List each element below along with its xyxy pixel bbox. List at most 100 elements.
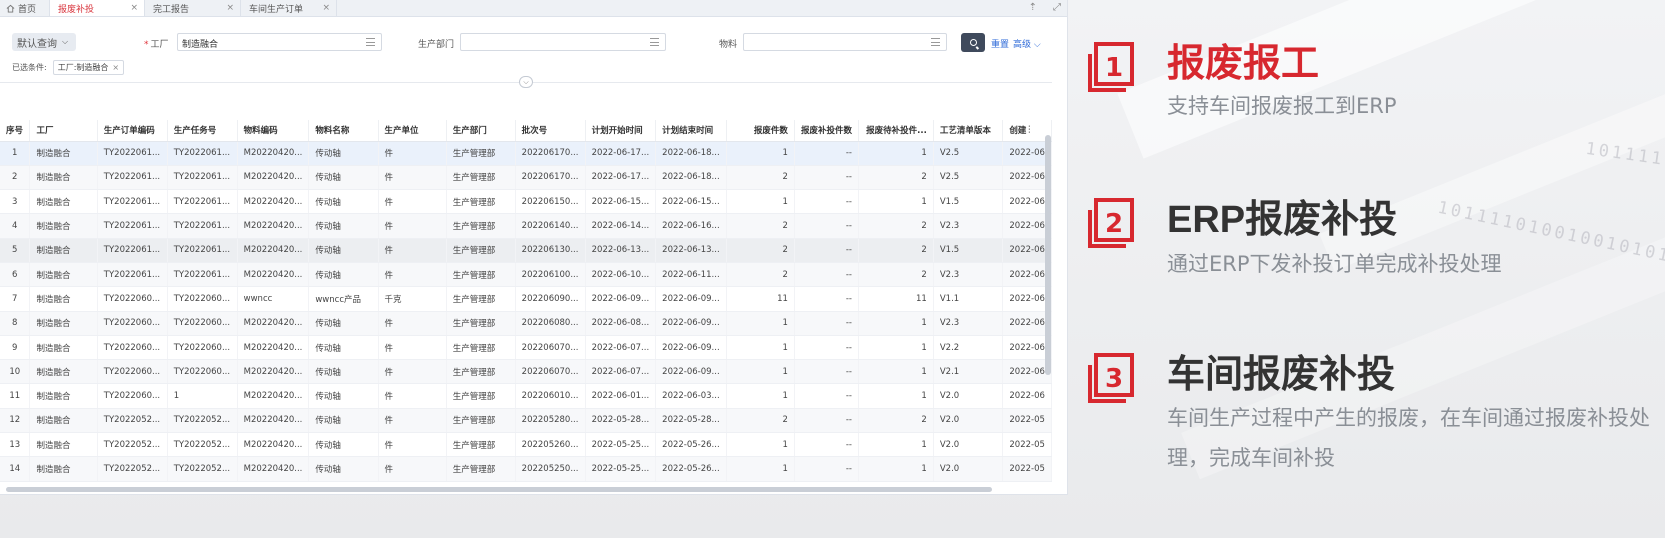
tab-bar: 首页 报废补投 × 完工报告 × 车间生产订单 × ⇡ ⤢ [0, 0, 1067, 17]
tab-home[interactable]: 首页 [0, 0, 50, 16]
remove-chip-icon[interactable]: × [112, 63, 119, 72]
table-cell: 2022-06-10... [585, 262, 657, 288]
table-cell: M20220420... [237, 141, 310, 166]
feature-1-desc: 支持车间报废报工到ERP [1167, 94, 1397, 118]
vertical-scrollbar[interactable] [1045, 135, 1051, 375]
column-header[interactable]: 物料编码 [237, 120, 310, 142]
advanced-link[interactable]: 高级 ⌵ [1013, 37, 1041, 50]
column-header[interactable]: 生产单位 [378, 120, 447, 142]
tab-scrap-reinvest[interactable]: 报废补投 × [50, 0, 145, 16]
table-cell: TY2022052... [97, 432, 168, 458]
table-cell: V1.5 [933, 189, 1004, 215]
column-header[interactable]: 生产订单编码 [97, 120, 168, 142]
table-cell: 2022-06-09... [585, 286, 657, 312]
search-icon [969, 39, 977, 46]
binary-text-1: 1011110110 [1584, 138, 1665, 178]
table-row[interactable]: 2 制造融合 TY2022061... TY2022061... M20220420..… [0, 165, 1052, 191]
selected-conditions: 已选条件: 工厂:制造融合 × [12, 60, 125, 75]
default-query-dropdown[interactable]: 默认查询 ⌵ [12, 33, 76, 51]
table-cell: V2.2 [933, 335, 1004, 361]
home-icon [6, 4, 15, 13]
table-cell: 2 [858, 213, 934, 239]
table-cell: TY2022052... [97, 408, 168, 434]
column-header[interactable]: 报废件数 [726, 120, 795, 142]
table-cell: 2022-06-13... [655, 238, 727, 263]
table-cell: M20220420... [237, 359, 310, 385]
table-row[interactable]: 8 制造融合 TY2022060... TY2022060... M20220420..… [0, 311, 1052, 336]
table-cell: TY2022061... [97, 165, 168, 191]
table-cell: M20220420... [237, 189, 310, 215]
column-header[interactable]: 报废补投件数 [794, 120, 859, 142]
column-settings-icon[interactable]: ⫶ [1028, 125, 1031, 136]
close-icon[interactable]: × [226, 3, 234, 13]
column-header[interactable]: 生产任务号 [167, 120, 238, 142]
table-row[interactable]: 1 制造融合 TY2022061... TY2022061... M20220420..… [0, 141, 1052, 166]
table-cell: M20220420... [237, 335, 310, 361]
table-cell: M20220420... [237, 165, 310, 191]
column-header[interactable]: 物料名称 [308, 120, 379, 142]
tab-workshop-order[interactable]: 车间生产订单 × [241, 0, 337, 16]
factory-input[interactable]: 制造融合 [177, 33, 382, 51]
collapse-toggle[interactable]: ⌵ [519, 76, 533, 88]
search-button[interactable] [961, 33, 985, 52]
table-row[interactable]: 11 制造融合 TY2022060... 1 M20220420... 传动轴件生产管理部… [0, 383, 1052, 409]
table-cell: 制造融合 [29, 141, 98, 166]
column-header[interactable]: 报废待补投件... [858, 120, 934, 142]
upload-icon[interactable]: ⇡ [1029, 2, 1037, 13]
close-icon[interactable]: × [130, 3, 138, 13]
list-icon[interactable] [931, 38, 940, 46]
table-cell: 件 [378, 359, 447, 385]
column-header[interactable]: 批次号 [515, 120, 586, 142]
table-row[interactable]: 3 制造融合 TY2022061... TY2022061... M20220420..… [0, 189, 1052, 215]
table-cell: 件 [378, 165, 447, 191]
column-header[interactable]: 序号 [0, 120, 31, 142]
table-cell: 2022-06-01... [585, 383, 657, 409]
column-header[interactable]: 生产部门 [446, 120, 516, 142]
table-row[interactable]: 9 制造融合 TY2022060... TY2022060... M20220420..… [0, 335, 1052, 361]
table-row[interactable]: 4 制造融合 TY2022061... TY2022061... M20220420..… [0, 213, 1052, 239]
table-cell: 1 [167, 383, 238, 409]
table-cell: 10 [0, 359, 31, 385]
table-cell: 11 [726, 286, 795, 312]
reset-link[interactable]: 重置 [991, 37, 1009, 50]
chevron-down-icon: ⌵ [523, 77, 529, 86]
dept-input[interactable] [460, 33, 666, 51]
table-row[interactable]: 6 制造融合 TY2022061... TY2022061... M20220420..… [0, 262, 1052, 288]
table-cell: 传动轴 [308, 262, 379, 288]
table-cell: TY2022060... [167, 335, 238, 361]
table-row[interactable]: 10 制造融合 TY2022060... TY2022060... M20220420.… [0, 359, 1052, 385]
table-cell: 传动轴 [308, 165, 379, 191]
table-cell: 11 [0, 383, 31, 409]
table-cell: 生产管理部 [446, 238, 516, 263]
table-cell: 件 [378, 408, 447, 434]
column-header[interactable]: 计划开始时间 [585, 120, 657, 142]
table-cell: 2022-06-18... [655, 141, 727, 166]
tab-scrap-reinvest-label: 报废补投 [58, 4, 95, 15]
column-header[interactable]: 计划结束时间 [655, 120, 727, 142]
table-cell: M20220420... [237, 456, 310, 482]
material-input[interactable] [743, 33, 947, 51]
list-icon[interactable] [650, 38, 659, 46]
table-cell: M20220420... [237, 432, 310, 458]
column-header[interactable]: 工艺清单版本 [933, 120, 1004, 142]
table-cell: 2 [0, 165, 31, 191]
fullscreen-icon[interactable]: ⤢ [1053, 2, 1061, 13]
table-row[interactable]: 13 制造融合 TY2022052... TY2022052... M20220420.… [0, 432, 1052, 458]
table-cell: 传动轴 [308, 359, 379, 385]
table-row[interactable]: 5 制造融合 TY2022061... TY2022061... M20220420..… [0, 238, 1052, 263]
table-cell: 202206170... [515, 141, 586, 166]
tab-completion-report[interactable]: 完工报告 × [145, 0, 241, 16]
list-icon[interactable] [366, 38, 375, 46]
close-icon[interactable]: × [322, 3, 330, 13]
table-cell: 2022-06-09... [655, 311, 727, 336]
feature-1-title: 报废报工 [1167, 43, 1320, 85]
table-cell: 件 [378, 432, 447, 458]
table-cell: -- [794, 311, 859, 336]
table-cell: TY2022061... [167, 165, 238, 191]
table-cell: 2 [726, 213, 795, 239]
table-row[interactable]: 12 制造融合 TY2022052... TY2022052... M20220420.… [0, 408, 1052, 434]
table-row[interactable]: 7 制造融合 TY2022060... TY2022060... wwncc wwncc产… [0, 286, 1052, 312]
horizontal-scrollbar[interactable] [6, 487, 992, 492]
column-header[interactable]: 工厂 [29, 120, 98, 142]
table-row[interactable]: 14 制造融合 TY2022052... TY2022052... M20220420.… [0, 456, 1052, 482]
